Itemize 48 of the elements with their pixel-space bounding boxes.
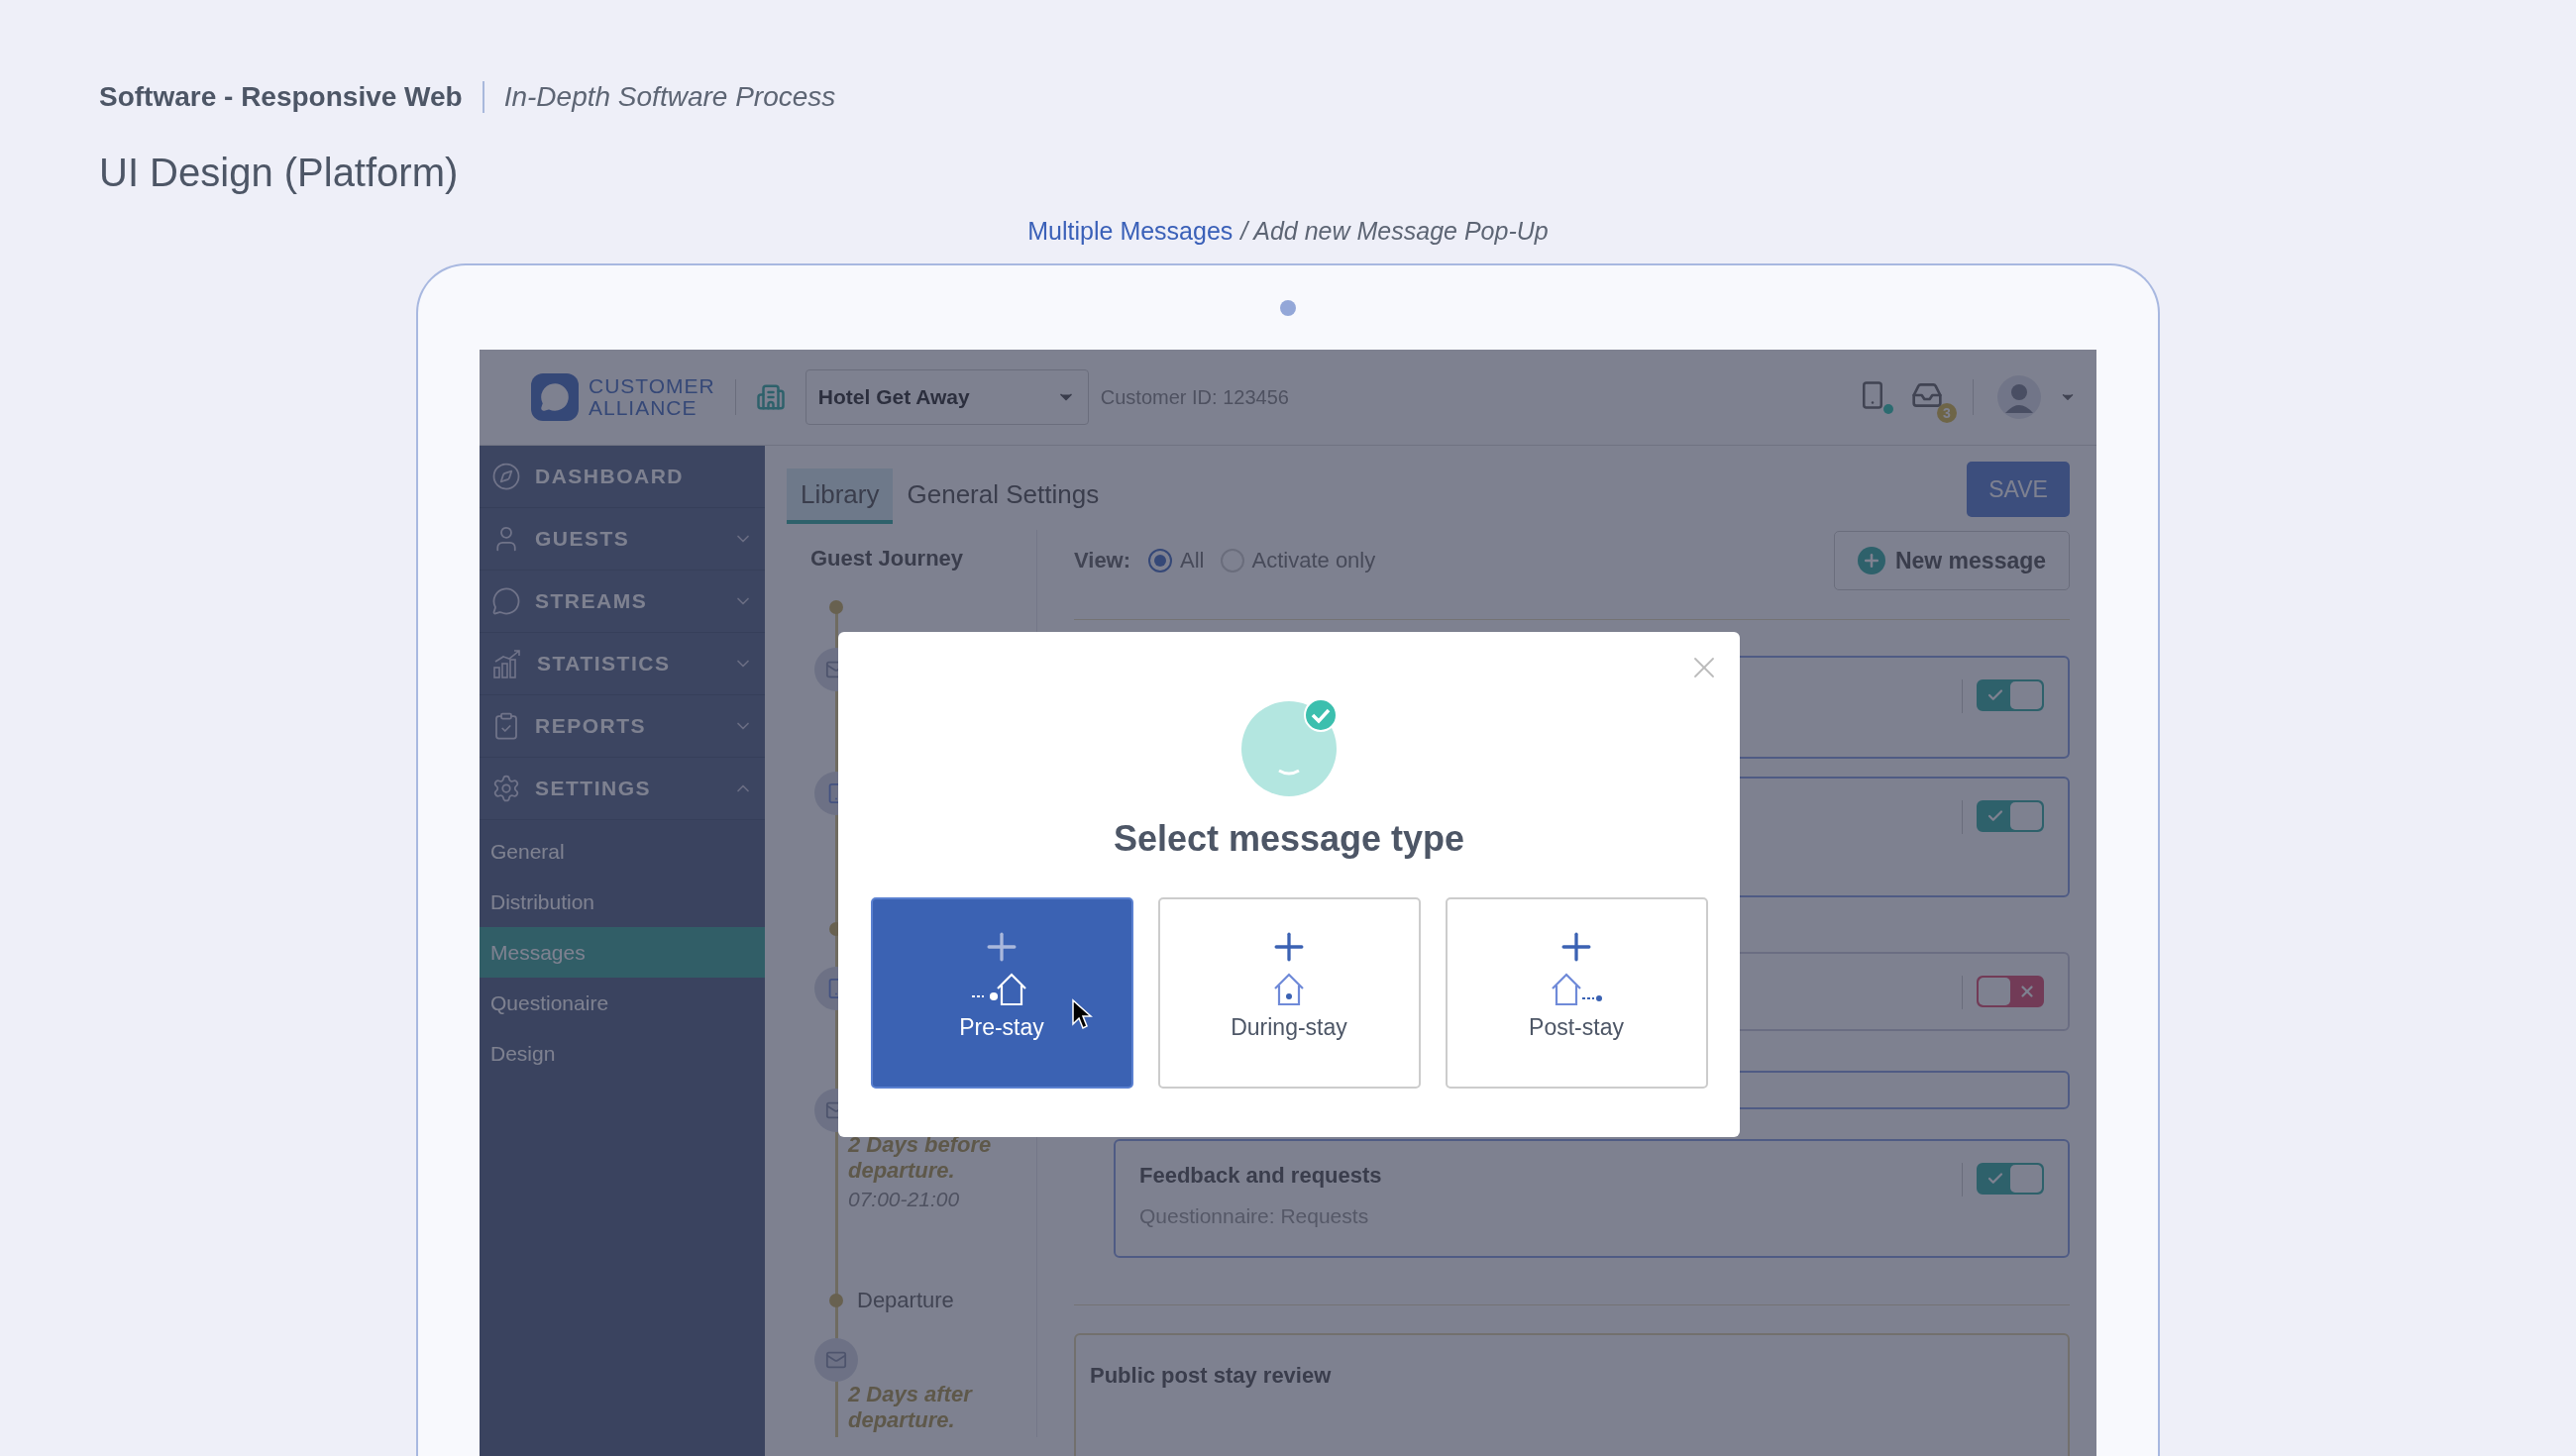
view-label: View:	[1074, 548, 1131, 573]
submenu-item[interactable]: Distribution	[480, 877, 765, 927]
cross-icon	[2018, 983, 2036, 1000]
breadcrumb-current: / Add new Message Pop-Up	[1240, 217, 1549, 246]
subtitle: In-Depth Software Process	[503, 81, 836, 113]
tab[interactable]: Library	[787, 468, 894, 524]
smiley-check-icon	[1241, 701, 1337, 796]
camera-dot	[1280, 299, 1296, 316]
new-message-button[interactable]: New message	[1834, 531, 2070, 590]
timing-label: 2 Days after departure.	[848, 1382, 974, 1433]
tab[interactable]: General Settings	[893, 468, 1114, 524]
building-icon	[755, 382, 786, 412]
message-type-option[interactable]: Pre-stay	[870, 897, 1133, 1089]
save-button[interactable]: SAVE	[1967, 462, 2070, 517]
dialog-title: Select message type	[1113, 818, 1465, 860]
submenu-item[interactable]: Messages	[480, 927, 765, 978]
card-title: Public post stay review	[1090, 1363, 1332, 1388]
submenu-item[interactable]: Questionaire	[480, 978, 765, 1028]
stage-dot	[829, 600, 843, 614]
plus-icon	[1857, 547, 1885, 574]
hotel-dropdown[interactable]: Hotel Get Away	[805, 369, 1089, 425]
toggle-switch[interactable]	[1977, 800, 2044, 832]
breadcrumb-link[interactable]: Multiple Messages	[1027, 217, 1234, 246]
logo-icon	[531, 373, 579, 421]
submenu-item[interactable]: General	[480, 826, 765, 877]
mouse-pointer-icon	[1070, 998, 1093, 1030]
timing-label: 2 Days before departure.	[848, 1132, 993, 1184]
message-type-option[interactable]: Post-stay	[1445, 897, 1708, 1089]
stage-dot	[829, 1294, 843, 1307]
toggle-switch[interactable]	[1977, 679, 2044, 711]
chat-bubble-icon	[491, 586, 521, 616]
statistics-icon	[491, 648, 523, 679]
stage-label: Departure	[857, 1288, 954, 1313]
card-title: Feedback and requests	[1139, 1163, 1383, 1189]
logo-text: CUSTOMER	[589, 375, 715, 397]
compass-icon	[491, 462, 521, 491]
settings-icon	[491, 774, 521, 803]
message-type-option[interactable]: During-stay	[1157, 897, 1421, 1089]
toggle-switch[interactable]	[1977, 976, 2044, 1007]
submenu-item[interactable]: Design	[480, 1028, 765, 1079]
logo-text: ALLIANCE	[589, 397, 698, 419]
notification-badge: 3	[1937, 403, 1957, 423]
page-title: UI Design (Platform)	[99, 151, 460, 195]
toggle-switch[interactable]	[1977, 1163, 2044, 1195]
category-label: Software - Responsive Web	[99, 81, 463, 113]
avatar[interactable]	[1997, 375, 2041, 419]
mail-icon	[814, 1338, 858, 1382]
panel-title: Guest Journey	[810, 546, 965, 572]
